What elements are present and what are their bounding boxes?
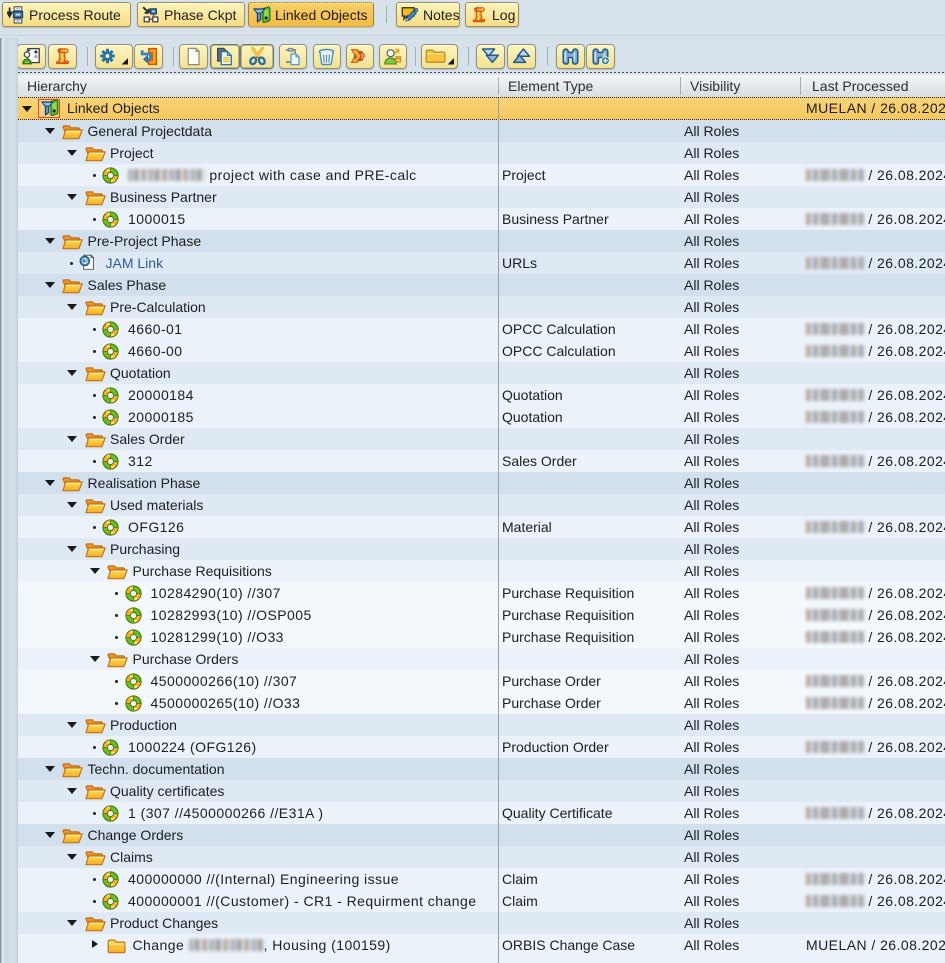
svg-text:b: b	[361, 53, 365, 60]
svg-text:a: a	[353, 53, 357, 60]
